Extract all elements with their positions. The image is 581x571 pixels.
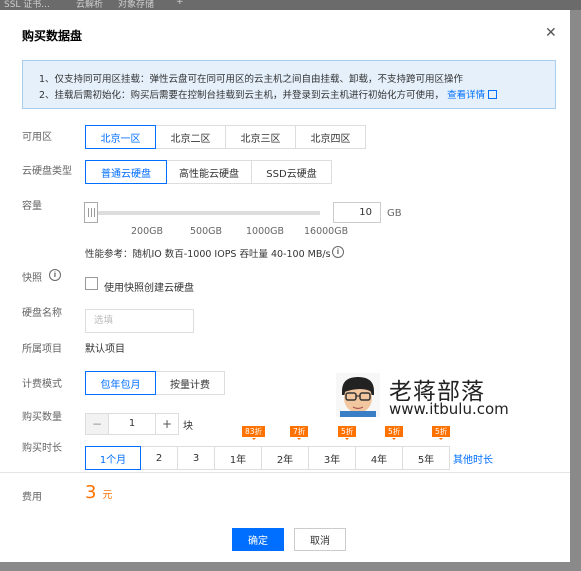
discount-badge: 83折 xyxy=(242,426,266,440)
duration-option[interactable]: 3 xyxy=(177,446,215,470)
capacity-slider-track[interactable] xyxy=(91,211,320,215)
project-label: 所属项目 xyxy=(22,344,62,355)
cancel-button[interactable]: 取消 xyxy=(294,528,346,551)
divider xyxy=(0,472,570,473)
backdrop-bottom xyxy=(0,562,570,571)
capacity-tick: 16000GB xyxy=(304,226,349,237)
confirm-button[interactable]: 确定 xyxy=(232,528,284,551)
fee-currency: 元 xyxy=(102,490,113,501)
capacity-label: 容量 xyxy=(22,201,42,212)
purchase-disk-dialog: 购买数据盘 ✕ 1、仅支持同可用区挂载：弹性云盘可在同可用区的云主机之间自由挂载… xyxy=(0,10,570,562)
external-link-icon xyxy=(488,90,498,99)
snapshot-checkbox-label: 使用快照创建云硬盘 xyxy=(104,283,194,294)
disk-type-option[interactable]: SSD云硬盘 xyxy=(251,160,332,184)
duration-selector: 1个月 2 3 1年 2年 3年 4年 5年 xyxy=(85,446,450,470)
disk-name-input[interactable]: 选填 xyxy=(85,309,194,333)
capacity-tick: 200GB xyxy=(131,226,164,237)
fee-label: 费用 xyxy=(22,492,42,503)
snapshot-checkbox[interactable] xyxy=(85,277,98,290)
duration-option[interactable]: 4年 xyxy=(355,446,403,470)
billing-selector: 包年包月 按量计费 xyxy=(85,371,225,395)
disk-name-label: 硬盘名称 xyxy=(22,308,62,319)
background-item: 云解析 xyxy=(76,0,104,10)
capacity-tick: 500GB xyxy=(190,226,223,237)
other-duration-link[interactable]: 其他时长 xyxy=(453,451,493,466)
zone-option[interactable]: 北京四区 xyxy=(295,125,366,149)
view-details-link[interactable]: 查看详情 xyxy=(447,90,498,101)
capacity-unit: GB xyxy=(387,208,402,219)
dialog-title: 购买数据盘 xyxy=(22,29,83,43)
discount-badge: 7折 xyxy=(290,426,309,440)
project-value: 默认项目 xyxy=(85,344,125,355)
zone-option[interactable]: 北京三区 xyxy=(225,125,296,149)
snapshot-label: 快照 xyxy=(22,273,42,284)
capacity-tick: 1000GB xyxy=(246,226,285,237)
background-item: + xyxy=(176,0,184,7)
capacity-slider-handle[interactable] xyxy=(84,202,98,223)
duration-option[interactable]: 2 xyxy=(140,446,178,470)
zone-selector: 北京一区 北京二区 北京三区 北京四区 xyxy=(85,125,366,149)
duration-option[interactable]: 1个月 xyxy=(85,446,141,470)
fee-price: 3元 xyxy=(85,482,112,503)
duration-option[interactable]: 3年 xyxy=(308,446,356,470)
background-item: SSL 证书... xyxy=(4,0,50,10)
notice-line-2-text: 2、挂载后需初始化：购买后需要在控制台挂载到云主机，并登录到云主机进行初始化方可… xyxy=(39,90,445,101)
quantity-label: 购买数量 xyxy=(22,412,62,423)
duration-label: 购买时长 xyxy=(22,443,62,454)
duration-option[interactable]: 1年 xyxy=(214,446,262,470)
watermark-url: www.itbulu.com xyxy=(389,400,509,418)
billing-label: 计费模式 xyxy=(22,379,62,390)
fee-amount: 3 xyxy=(85,482,97,503)
zone-label: 可用区 xyxy=(22,132,52,143)
performance-reference: 性能参考：随机IO 数百-1000 IOPS 吞吐量 40-100 MB/s xyxy=(85,249,331,260)
disk-type-option[interactable]: 高性能云硬盘 xyxy=(166,160,252,184)
disk-type-option[interactable]: 普通云硬盘 xyxy=(85,160,167,184)
notice-line-1: 1、仅支持同可用区挂载：弹性云盘可在同可用区的云主机之间自由挂载、卸载，不支持跨… xyxy=(39,74,464,85)
duration-option[interactable]: 2年 xyxy=(261,446,309,470)
quantity-input[interactable]: 1 xyxy=(108,414,156,434)
notice-line-2: 2、挂载后需初始化：购买后需要在控制台挂载到云主机，并登录到云主机进行初始化方可… xyxy=(39,87,498,101)
zone-option[interactable]: 北京二区 xyxy=(155,125,226,149)
watermark-avatar-icon xyxy=(336,373,380,417)
billing-option[interactable]: 包年包月 xyxy=(85,371,156,395)
zone-option[interactable]: 北京一区 xyxy=(85,125,156,149)
notice-box: 1、仅支持同可用区挂载：弹性云盘可在同可用区的云主机之间自由挂载、卸载，不支持跨… xyxy=(22,60,556,109)
discount-badge: 5折 xyxy=(385,426,404,440)
disk-type-label: 云硬盘类型 xyxy=(22,166,72,177)
discount-badge: 5折 xyxy=(338,426,357,440)
background-item: 对象存储 xyxy=(118,0,155,10)
info-icon[interactable]: i xyxy=(332,246,344,258)
quantity-stepper: − 1 + xyxy=(85,413,179,435)
view-details-label: 查看详情 xyxy=(447,90,486,101)
billing-option[interactable]: 按量计费 xyxy=(155,371,225,395)
minus-button[interactable]: − xyxy=(86,414,108,434)
info-icon[interactable]: i xyxy=(49,269,61,281)
capacity-input[interactable]: 10 xyxy=(333,202,381,223)
quantity-unit: 块 xyxy=(183,421,193,432)
plus-button[interactable]: + xyxy=(156,414,178,434)
background-toolbar: SSL 证书... 云解析 对象存储 + xyxy=(0,0,581,10)
disk-type-selector: 普通云硬盘 高性能云硬盘 SSD云硬盘 xyxy=(85,160,332,184)
backdrop-right xyxy=(570,10,581,571)
duration-option[interactable]: 5年 xyxy=(402,446,450,470)
discount-badge: 5折 xyxy=(432,426,451,440)
close-icon[interactable]: ✕ xyxy=(545,25,557,41)
